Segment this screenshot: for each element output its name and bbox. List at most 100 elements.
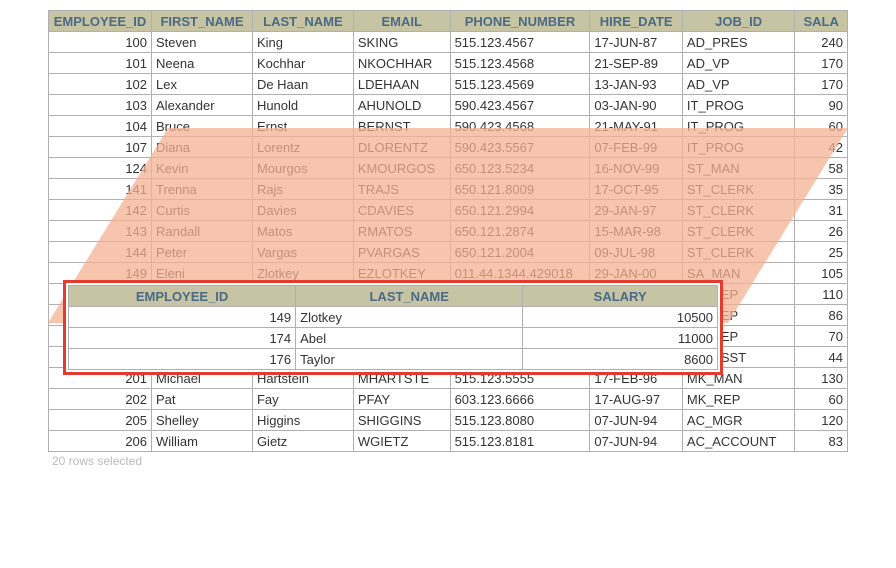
result-row[interactable]: 149Zlotkey10500 (69, 307, 718, 328)
cell-emp: 101 (49, 53, 152, 74)
table-row[interactable]: 101NeenaKochharNKOCHHAR515.123.456821-SE… (49, 53, 848, 74)
cell-emp: 206 (49, 431, 152, 452)
cell-ph: 603.123.6666 (450, 389, 590, 410)
table-row[interactable]: 104BruceErnstBERNST590.423.456821-MAY-91… (49, 116, 848, 137)
cell-sal: 60 (795, 389, 848, 410)
cell-fn: Bruce (152, 116, 253, 137)
col-employee_id[interactable]: EMPLOYEE_ID (49, 11, 152, 32)
table-row[interactable]: 141TrennaRajsTRAJS650.121.800917-OCT-95S… (49, 179, 848, 200)
cell-em: AHUNOLD (353, 95, 450, 116)
cell-job: MK_REP (682, 389, 794, 410)
cell-ph: 650.123.5234 (450, 158, 590, 179)
table-row[interactable]: 202PatFayPFAY603.123.666617-AUG-97MK_REP… (49, 389, 848, 410)
table-row[interactable]: 103AlexanderHunoldAHUNOLD590.423.456703-… (49, 95, 848, 116)
employees-table: EMPLOYEE_IDFIRST_NAMELAST_NAMEEMAILPHONE… (48, 10, 848, 452)
cell-sal: 130 (795, 368, 848, 389)
cell-job: AC_ACCOUNT (682, 431, 794, 452)
rcell-emp: 176 (69, 349, 296, 370)
cell-emp: 107 (49, 137, 152, 158)
cell-ph: 650.121.8009 (450, 179, 590, 200)
cell-hd: 07-JUN-94 (590, 431, 683, 452)
cell-ph: 515.123.8080 (450, 410, 590, 431)
cell-job: AC_MGR (682, 410, 794, 431)
cell-sal: 110 (795, 284, 848, 305)
result-row[interactable]: 176Taylor8600 (69, 349, 718, 370)
cell-sal: 35 (795, 179, 848, 200)
table-row[interactable]: 102LexDe HaanLDEHAAN515.123.456913-JAN-9… (49, 74, 848, 95)
rcol-employee_id[interactable]: EMPLOYEE_ID (69, 286, 296, 307)
cell-ln: Fay (252, 389, 353, 410)
cell-emp: 143 (49, 221, 152, 242)
cell-ln: Vargas (252, 242, 353, 263)
table-row[interactable]: 144PeterVargasPVARGAS650.121.200409-JUL-… (49, 242, 848, 263)
col-last_name[interactable]: LAST_NAME (252, 11, 353, 32)
col-phone_number[interactable]: PHONE_NUMBER (450, 11, 590, 32)
cell-sal: 90 (795, 95, 848, 116)
cell-fn: William (152, 431, 253, 452)
col-sala[interactable]: SALA (795, 11, 848, 32)
cell-em: SHIGGINS (353, 410, 450, 431)
cell-emp: 103 (49, 95, 152, 116)
cell-sal: 31 (795, 200, 848, 221)
rcol-salary[interactable]: SALARY (523, 286, 718, 307)
cell-fn: Steven (152, 32, 253, 53)
table-row[interactable]: 143RandallMatosRMATOS650.121.287415-MAR-… (49, 221, 848, 242)
cell-emp: 141 (49, 179, 152, 200)
cell-job: ST_MAN (682, 158, 794, 179)
cell-ln: Lorentz (252, 137, 353, 158)
cell-ln: De Haan (252, 74, 353, 95)
cell-job: ST_CLERK (682, 179, 794, 200)
cell-fn: Pat (152, 389, 253, 410)
rcol-last_name[interactable]: LAST_NAME (296, 286, 523, 307)
cell-ln: Rajs (252, 179, 353, 200)
cell-sal: 170 (795, 74, 848, 95)
rcell-ln: Taylor (296, 349, 523, 370)
cell-em: TRAJS (353, 179, 450, 200)
cell-fn: Peter (152, 242, 253, 263)
cell-em: DLORENTZ (353, 137, 450, 158)
cell-sal: 60 (795, 116, 848, 137)
table-row[interactable]: 206WilliamGietzWGIETZ515.123.818107-JUN-… (49, 431, 848, 452)
col-hire_date[interactable]: HIRE_DATE (590, 11, 683, 32)
col-first_name[interactable]: FIRST_NAME (152, 11, 253, 32)
table-row[interactable]: 124KevinMourgosKMOURGOS650.123.523416-NO… (49, 158, 848, 179)
cell-emp: 144 (49, 242, 152, 263)
cell-emp: 142 (49, 200, 152, 221)
col-job_id[interactable]: JOB_ID (682, 11, 794, 32)
cell-fn: Curtis (152, 200, 253, 221)
result-row[interactable]: 174Abel11000 (69, 328, 718, 349)
cell-em: PFAY (353, 389, 450, 410)
table-row[interactable]: 142CurtisDaviesCDAVIES650.121.299429-JAN… (49, 200, 848, 221)
table-row[interactable]: 107DianaLorentzDLORENTZ590.423.556707-FE… (49, 137, 848, 158)
cell-sal: 170 (795, 53, 848, 74)
cell-sal: 44 (795, 347, 848, 368)
cell-hd: 17-JUN-87 (590, 32, 683, 53)
cell-hd: 21-SEP-89 (590, 53, 683, 74)
cell-ph: 515.123.4569 (450, 74, 590, 95)
col-email[interactable]: EMAIL (353, 11, 450, 32)
cell-sal: 26 (795, 221, 848, 242)
cell-fn: Shelley (152, 410, 253, 431)
cell-sal: 42 (795, 137, 848, 158)
cell-job: AD_PRES (682, 32, 794, 53)
cell-hd: 17-OCT-95 (590, 179, 683, 200)
cell-job: ST_CLERK (682, 200, 794, 221)
cell-job: AD_VP (682, 53, 794, 74)
rcell-ln: Zlotkey (296, 307, 523, 328)
cell-em: PVARGAS (353, 242, 450, 263)
cell-hd: 07-FEB-99 (590, 137, 683, 158)
cell-hd: 17-AUG-97 (590, 389, 683, 410)
cell-fn: Diana (152, 137, 253, 158)
cell-ln: Ernst (252, 116, 353, 137)
cell-job: ST_CLERK (682, 242, 794, 263)
cell-job: AD_VP (682, 74, 794, 95)
cell-ph: 590.423.5567 (450, 137, 590, 158)
cell-fn: Randall (152, 221, 253, 242)
cell-em: WGIETZ (353, 431, 450, 452)
table-row[interactable]: 205ShelleyHigginsSHIGGINS515.123.808007-… (49, 410, 848, 431)
cell-hd: 07-JUN-94 (590, 410, 683, 431)
result-overlay: EMPLOYEE_IDLAST_NAMESALARY 149Zlotkey105… (63, 280, 723, 375)
cell-hd: 21-MAY-91 (590, 116, 683, 137)
cell-em: RMATOS (353, 221, 450, 242)
table-row[interactable]: 100StevenKingSKING515.123.456717-JUN-87A… (49, 32, 848, 53)
